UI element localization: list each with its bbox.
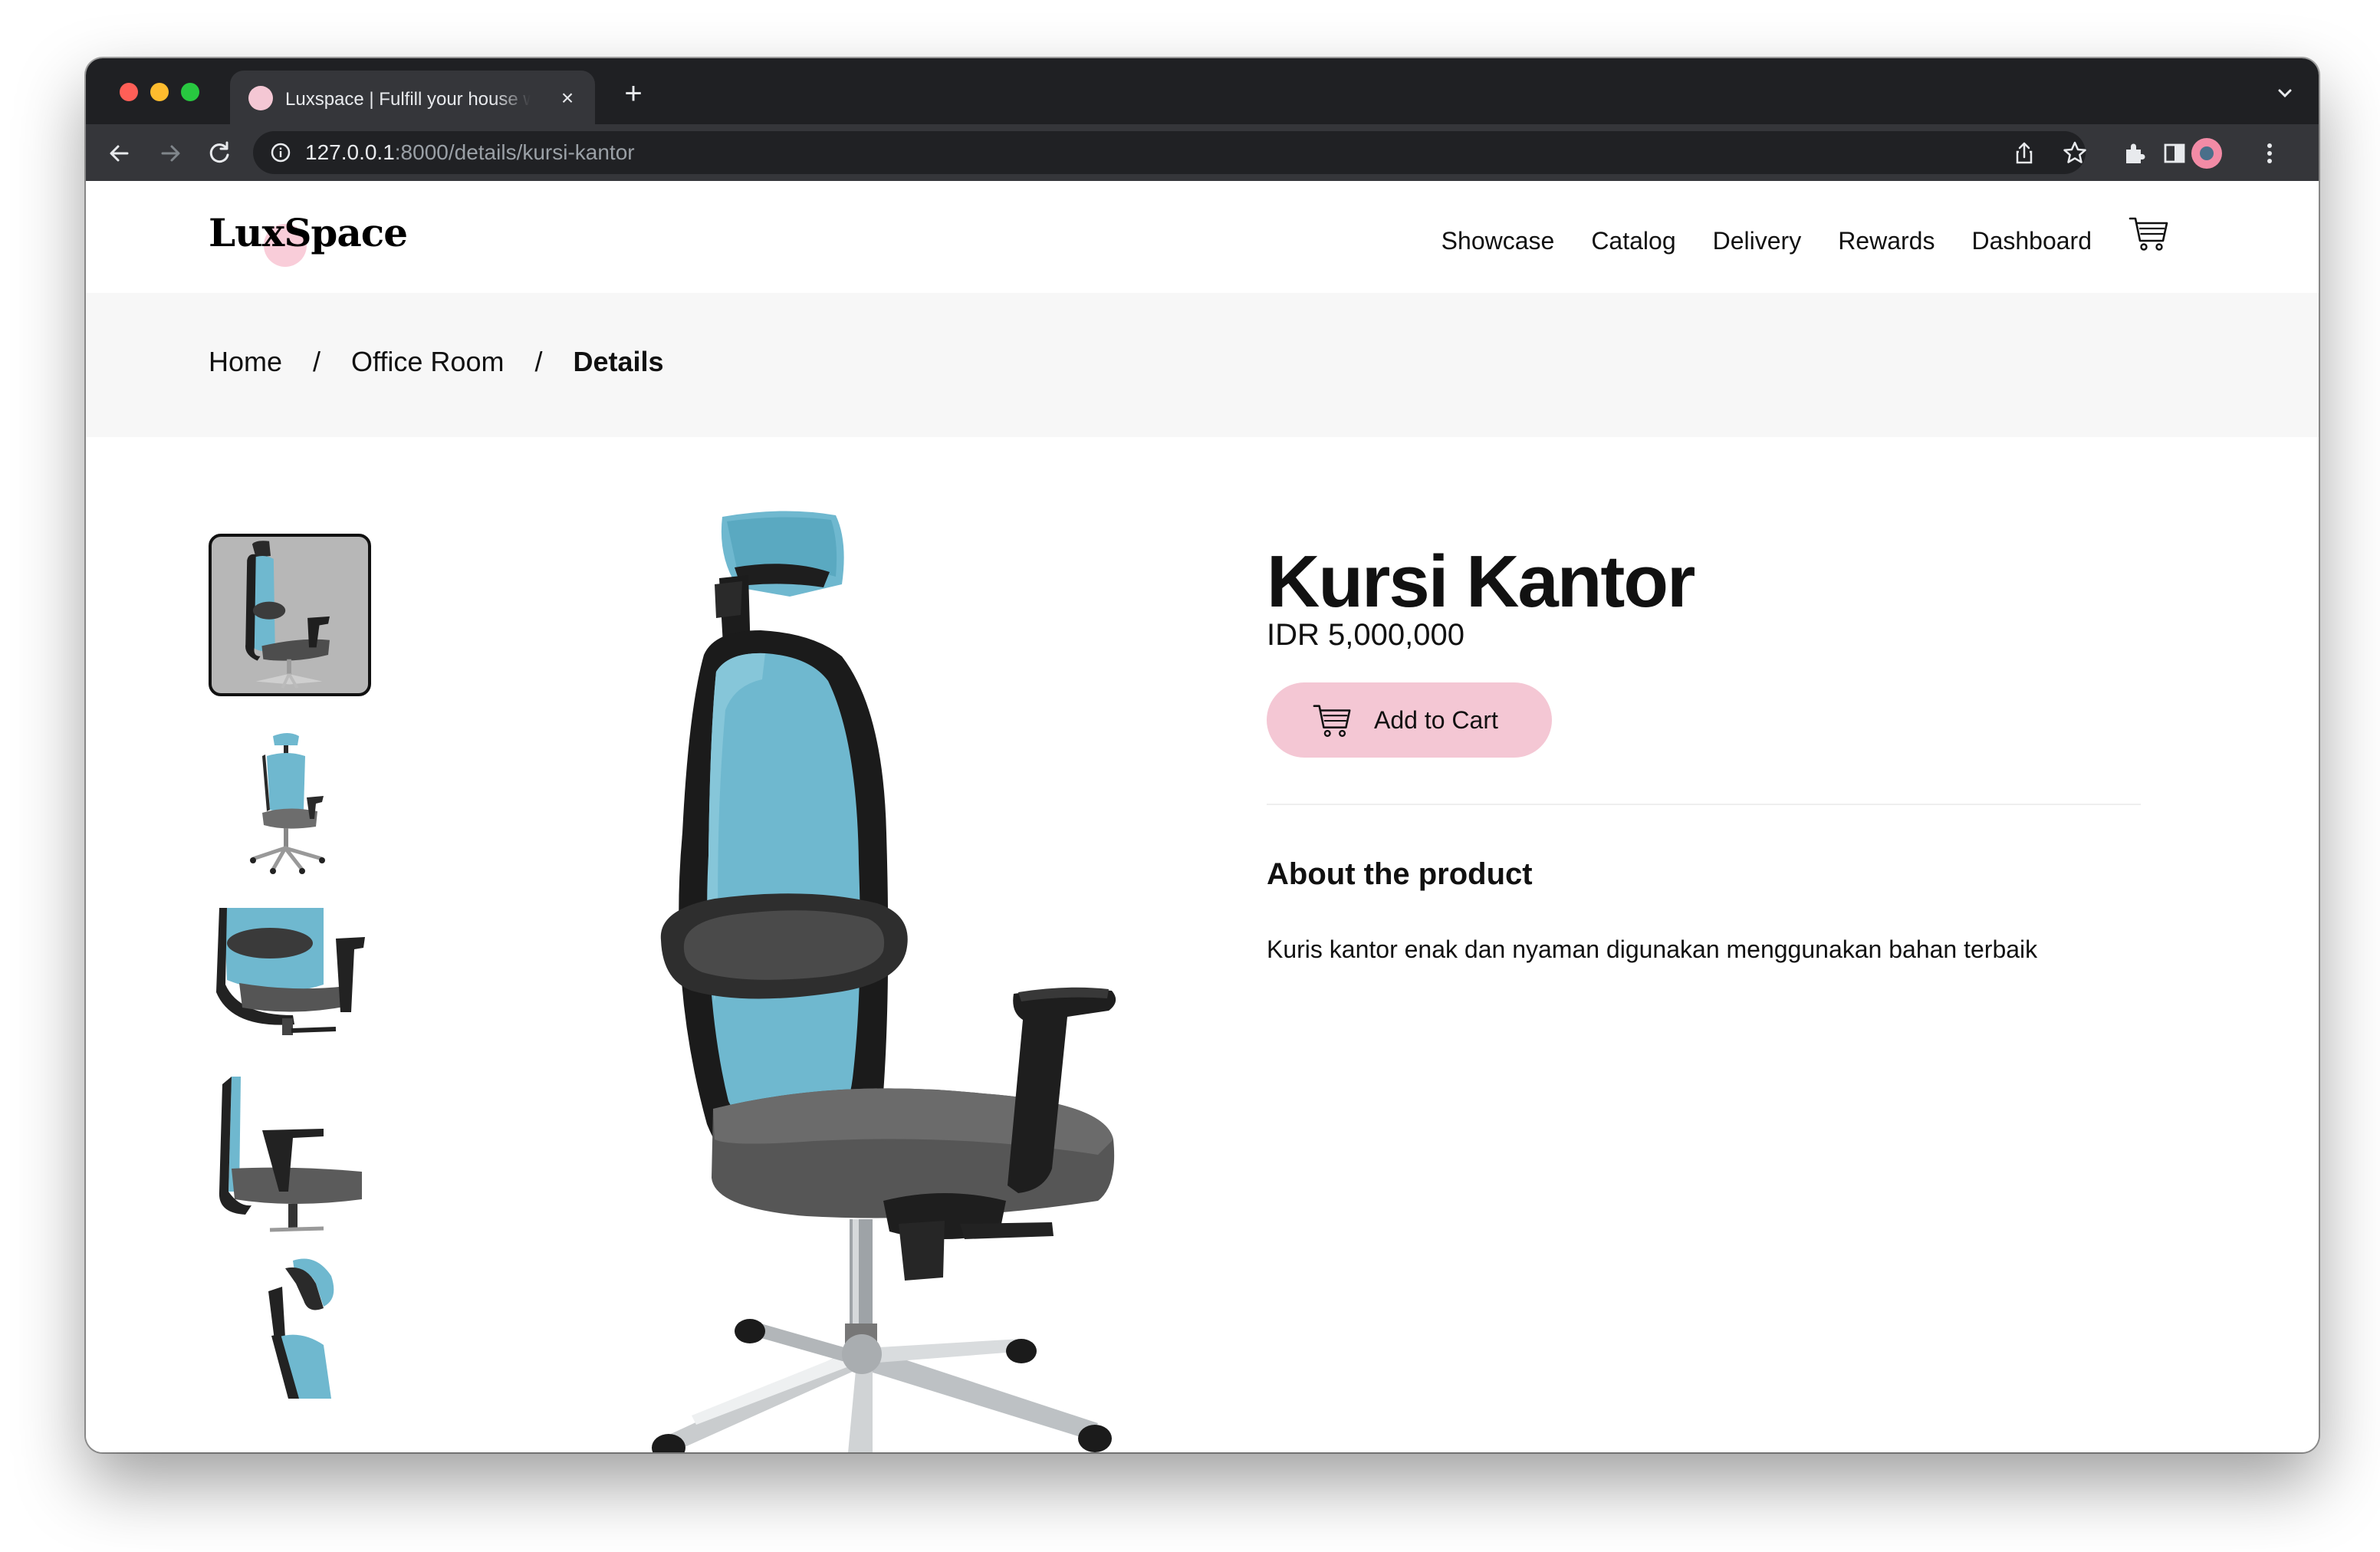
product-main-image — [652, 511, 1116, 1452]
main-nav: Showcase Catalog Delivery Rewards Dashbo… — [1441, 225, 2092, 256]
product-description: Kuris kantor enak dan nyaman digunakan m… — [1267, 935, 2038, 963]
forward-arrow-icon[interactable] — [153, 136, 187, 170]
zoom-window-button[interactable] — [181, 83, 199, 101]
breadcrumb-bar: Home / Office Room / Details — [86, 293, 2319, 437]
nav-rewards[interactable]: Rewards — [1838, 225, 1935, 256]
url-text: 127.0.0.1:8000/details/kursi-kantor — [305, 140, 635, 165]
add-to-cart-label: Add to Cart — [1374, 706, 1498, 734]
about-product-heading: About the product — [1267, 857, 1533, 891]
chair-lumbar-detail-image — [216, 908, 365, 1035]
url-path: :8000/details/kursi-kantor — [394, 140, 635, 164]
web-page: LuxSpace Showcase Catalog Delivery Rewar… — [86, 181, 2319, 1452]
browser-window: Luxspace | Fulfill your house with beaut… — [86, 58, 2319, 1452]
share-icon[interactable] — [2006, 135, 2043, 172]
product-title: Kursi Kantor — [1267, 541, 1695, 623]
luxspace-logo[interactable]: LuxSpace — [209, 210, 408, 255]
add-to-cart-button[interactable]: Add to Cart — [1267, 682, 1552, 758]
new-tab-button[interactable]: + — [616, 77, 650, 110]
product-price: IDR 5,000,000 — [1267, 618, 1464, 652]
browser-toolbar: 127.0.0.1:8000/details/kursi-kantor — [86, 124, 2319, 181]
chair-thumbnail-3[interactable] — [209, 900, 371, 1063]
minimize-window-button[interactable] — [150, 83, 169, 101]
favicon-icon — [248, 86, 273, 110]
chair-thumbnail-1[interactable] — [209, 534, 371, 696]
extensions-icon[interactable] — [2116, 135, 2153, 172]
browser-tab-bar: Luxspace | Fulfill your house with beaut… — [86, 58, 2319, 124]
info-icon[interactable] — [270, 142, 291, 163]
side-panel-icon[interactable] — [2156, 135, 2193, 172]
tab-title: Luxspace | Fulfill your house with beaut… — [285, 89, 531, 110]
back-arrow-icon[interactable] — [103, 136, 136, 170]
nav-showcase[interactable]: Showcase — [1441, 225, 1555, 256]
tab-close-button[interactable]: × — [554, 84, 581, 112]
breadcrumb-separator: / — [313, 346, 321, 377]
nav-delivery[interactable]: Delivery — [1713, 225, 1802, 256]
cart-icon — [1313, 705, 1351, 737]
chair-thumbnail-4[interactable] — [209, 1077, 371, 1239]
nav-catalog[interactable]: Catalog — [1591, 225, 1675, 256]
url-host: 127.0.0.1 — [305, 140, 395, 164]
reload-icon[interactable] — [202, 136, 236, 170]
chair-back-view-image — [245, 541, 330, 689]
chair-front-angle-image — [250, 733, 325, 874]
tab-list-chevron-icon[interactable] — [2273, 81, 2297, 106]
profile-avatar[interactable] — [2191, 138, 2222, 169]
breadcrumb: Home / Office Room / Details — [209, 345, 664, 379]
chair-thumbnail-2[interactable] — [209, 724, 371, 886]
chair-thumbnail-5[interactable] — [209, 1253, 371, 1399]
browser-tab[interactable]: Luxspace | Fulfill your house with beaut… — [230, 71, 595, 124]
nav-dashboard[interactable]: Dashboard — [1971, 225, 2092, 256]
bookmark-star-icon[interactable] — [2056, 135, 2093, 172]
breadcrumb-separator: / — [534, 346, 543, 377]
window-controls — [120, 83, 199, 101]
section-divider — [1267, 804, 2141, 805]
chair-side-view-image — [219, 1077, 362, 1232]
breadcrumb-details: Details — [573, 346, 664, 377]
breadcrumb-home[interactable]: Home — [209, 345, 282, 379]
address-bar[interactable]: 127.0.0.1:8000/details/kursi-kantor — [253, 131, 2086, 174]
more-menu-icon[interactable] — [2251, 135, 2288, 172]
breadcrumb-office-room[interactable]: Office Room — [351, 345, 504, 379]
chair-headrest-detail-image — [268, 1258, 334, 1399]
cart-icon[interactable] — [2127, 212, 2171, 256]
close-window-button[interactable] — [120, 83, 138, 101]
